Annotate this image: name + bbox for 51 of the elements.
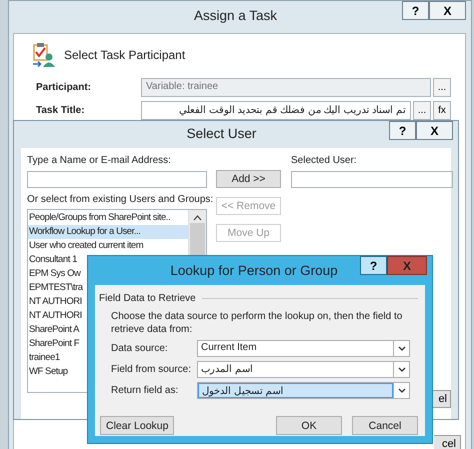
field-label: Participant: [36, 82, 92, 93]
chevron-down-icon [398, 346, 406, 351]
close-button[interactable]: X [429, 1, 466, 20]
list-item[interactable]: EPM Sys Ow [28, 267, 82, 281]
help-button[interactable]: ? [360, 256, 387, 275]
scroll-up-icon[interactable] [193, 215, 202, 221]
close-button[interactable]: X [387, 256, 427, 275]
field-label: Task Title: [36, 105, 86, 116]
text-field[interactable]: تم اسناد تدريب اليك من فضلك قم بتحديد الوقت الفعلي [141, 101, 411, 120]
close-button[interactable]: X [416, 121, 453, 140]
cancel-button[interactable]: el [433, 390, 451, 408]
list-item[interactable]: Workflow Lookup for a User... [28, 225, 188, 239]
field-label: Return field as: [111, 385, 180, 396]
clear-lookup-button[interactable]: Clear Lookup [100, 416, 174, 435]
list-item[interactable]: SharePoint A [28, 323, 80, 337]
clipboard-person-icon [32, 42, 56, 68]
help-button[interactable]: ? [402, 1, 429, 20]
dropdown[interactable]: اسم تسجيل الدخول [197, 382, 410, 399]
field-label: Data source: [111, 343, 169, 354]
cancel-button[interactable]: Cancel [352, 416, 418, 435]
list-item[interactable]: WF Setup [28, 365, 69, 379]
list-item[interactable]: People/Groups from SharePoint site.. [28, 211, 172, 225]
window-title: Select User [186, 125, 258, 141]
list-item[interactable]: SharePoint F [28, 337, 80, 351]
list-item[interactable]: NT AUTHORI [28, 309, 83, 323]
list-item[interactable]: User who created current item [28, 239, 144, 253]
section-heading: Select Task Participant [64, 48, 186, 62]
ok-button[interactable]: OK [276, 416, 342, 435]
window-title: Assign a Task [192, 7, 278, 23]
field-label: Selected User: [291, 154, 357, 168]
description-text: Choose the data source to perform the lookup on, then the field to retrieve data from: [111, 310, 404, 336]
list-item[interactable]: Consultant 1 [28, 253, 78, 267]
dropdown[interactable]: اسم المدرب [197, 361, 410, 378]
name-input[interactable] [27, 171, 207, 188]
help-button[interactable]: ? [389, 121, 416, 140]
add-button[interactable]: Add >> [216, 170, 281, 188]
list-item[interactable]: EPMTEST\tra [28, 281, 84, 295]
group-label: Field Data to Retrieve [99, 293, 196, 304]
field-label: Type a Name or E-mail Address: [27, 154, 171, 168]
field-button[interactable]: fx [433, 101, 451, 120]
list-item[interactable]: NT AUTHORI [28, 295, 83, 309]
selected-user-input[interactable] [291, 171, 453, 188]
dropdown[interactable]: Current Item [197, 340, 410, 357]
chevron-down-icon [398, 388, 406, 393]
list-label: Or select from existing Users and Groups: [27, 193, 214, 207]
field-label: Field from source: [111, 364, 192, 375]
list-item[interactable]: trainee1 [28, 351, 61, 365]
chevron-down-icon [398, 367, 406, 372]
window-title: Lookup for Person or Group [169, 262, 339, 278]
field-button[interactable]: ... [413, 101, 431, 120]
cancel-button[interactable]: cel [434, 435, 461, 449]
